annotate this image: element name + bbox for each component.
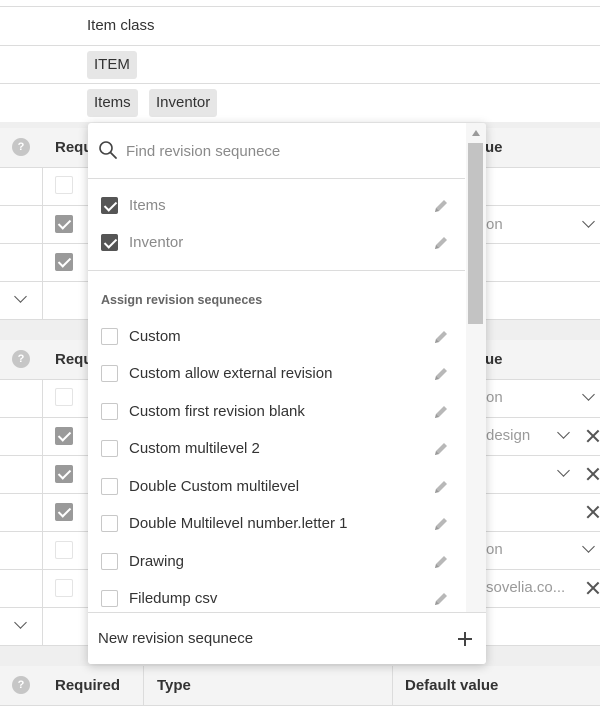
group-title: Assign revision sequneces xyxy=(101,293,263,307)
pencil-icon[interactable] xyxy=(432,328,450,346)
required-checkbox[interactable] xyxy=(55,253,73,271)
revision-sequence-dropdown: Items Inventor Assign revision sequneces… xyxy=(88,123,486,664)
value-text: on xyxy=(486,216,503,233)
value-text: design xyxy=(486,427,531,444)
dropdown-scrollbar[interactable] xyxy=(466,123,486,612)
required-checkbox[interactable] xyxy=(55,388,73,406)
required-checkbox[interactable] xyxy=(55,176,73,194)
option-custom-first-revision-blank[interactable]: Custom first revision blank xyxy=(88,394,465,430)
required-header: Requ xyxy=(55,351,93,368)
option-checkbox[interactable] xyxy=(101,590,118,607)
scroll-thumb[interactable] xyxy=(468,143,483,324)
scroll-up-arrow-icon[interactable] xyxy=(472,130,480,136)
value-text: sovelia.co... xyxy=(486,579,566,596)
item-class-label: Item class xyxy=(87,17,155,34)
option-label: Custom multilevel 2 xyxy=(129,440,260,457)
chevron-down-icon[interactable] xyxy=(557,464,570,477)
option-label: Inventor xyxy=(129,234,184,251)
search-icon xyxy=(99,141,117,159)
required-checkbox[interactable] xyxy=(55,427,73,445)
option-checkbox[interactable] xyxy=(101,440,118,457)
help-icon[interactable]: ? xyxy=(12,350,30,368)
option-label: Custom xyxy=(129,328,181,345)
close-icon[interactable] xyxy=(586,581,600,595)
required-checkbox[interactable] xyxy=(55,503,73,521)
help-icon[interactable]: ? xyxy=(12,676,30,694)
search-bar xyxy=(88,123,465,179)
chevron-down-icon[interactable] xyxy=(582,388,595,401)
chevron-down-icon[interactable] xyxy=(14,290,27,303)
chevron-down-icon[interactable] xyxy=(557,426,570,439)
pencil-icon[interactable] xyxy=(432,440,450,458)
pencil-icon[interactable] xyxy=(432,478,450,496)
value-header: ue xyxy=(485,351,503,368)
option-label: Double Custom multilevel xyxy=(129,478,300,495)
pencil-icon[interactable] xyxy=(432,553,450,571)
required-checkbox[interactable] xyxy=(55,541,73,559)
section-3-header: ? Required Type Default value xyxy=(0,666,600,706)
revision-chips-row: Items Inventor xyxy=(0,84,600,122)
option-double-custom-multilevel[interactable]: Double Custom multilevel xyxy=(88,469,465,505)
divider xyxy=(88,270,465,271)
option-drawing[interactable]: Drawing xyxy=(88,544,465,580)
pencil-icon[interactable] xyxy=(432,403,450,421)
option-checkbox[interactable] xyxy=(101,365,118,382)
option-label: Double Multilevel number.letter 1 xyxy=(129,515,348,532)
search-input[interactable] xyxy=(124,137,444,165)
option-checkbox[interactable] xyxy=(101,553,118,570)
help-icon[interactable]: ? xyxy=(12,138,30,156)
option-label: Custom allow external revision xyxy=(129,365,333,382)
value-text: on xyxy=(486,541,503,558)
option-label: Drawing xyxy=(129,553,185,570)
chip-inventor[interactable]: Inventor xyxy=(149,89,218,117)
required-checkbox[interactable] xyxy=(55,215,73,233)
pencil-icon[interactable] xyxy=(432,234,450,252)
pencil-icon[interactable] xyxy=(432,515,450,533)
option-custom-multilevel-2[interactable]: Custom multilevel 2 xyxy=(88,431,465,467)
chevron-down-icon[interactable] xyxy=(582,540,595,553)
option-checkbox[interactable] xyxy=(101,515,118,532)
close-icon[interactable] xyxy=(586,505,600,519)
required-checkbox[interactable] xyxy=(55,465,73,483)
selected-option-inventor[interactable]: Inventor xyxy=(88,225,465,261)
selected-option-items[interactable]: Items xyxy=(88,188,465,224)
close-icon[interactable] xyxy=(586,467,600,481)
option-checkbox[interactable] xyxy=(101,197,118,214)
new-revision-sequence-button[interactable]: New revision sequnece xyxy=(88,612,486,664)
class-chip[interactable]: ITEM xyxy=(87,51,137,79)
chevron-down-icon[interactable] xyxy=(14,616,27,629)
class-chip-row: ITEM xyxy=(0,46,600,84)
required-header: Requ xyxy=(55,139,93,156)
option-checkbox[interactable] xyxy=(101,403,118,420)
option-checkbox[interactable] xyxy=(101,478,118,495)
plus-icon[interactable] xyxy=(458,632,472,646)
option-label: Filedump csv xyxy=(129,590,218,607)
option-label: Items xyxy=(129,197,166,214)
pencil-icon[interactable] xyxy=(432,590,450,608)
option-double-multilevel-number-letter-1[interactable]: Double Multilevel number.letter 1 xyxy=(88,506,465,542)
option-custom-allow-external-revision[interactable]: Custom allow external revision xyxy=(88,356,465,392)
required-checkbox[interactable] xyxy=(55,579,73,597)
chevron-down-icon[interactable] xyxy=(582,215,595,228)
chip-items[interactable]: Items xyxy=(87,89,138,117)
new-revision-sequence-label: New revision sequnece xyxy=(98,630,254,647)
option-checkbox[interactable] xyxy=(101,234,118,251)
item-class-row: Item class xyxy=(0,7,600,46)
value-header: ue xyxy=(485,139,503,156)
pencil-icon[interactable] xyxy=(432,197,450,215)
pencil-icon[interactable] xyxy=(432,365,450,383)
value-text: on xyxy=(486,389,503,406)
form-top-edge xyxy=(0,0,600,7)
option-checkbox[interactable] xyxy=(101,328,118,345)
close-icon[interactable] xyxy=(586,429,600,443)
option-label: Custom first revision blank xyxy=(129,403,305,420)
option-custom[interactable]: Custom xyxy=(88,319,465,355)
